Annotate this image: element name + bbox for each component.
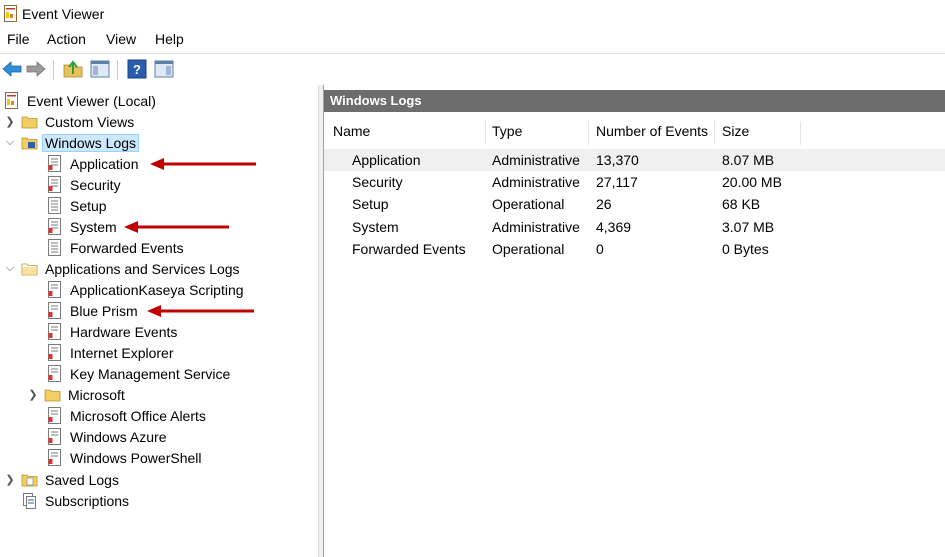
tree-item-windows-powershell[interactable]: Windows PowerShell [46,447,204,468]
log-icon [48,281,61,298]
column-header-type[interactable]: Type [492,123,522,147]
log-icon [48,323,61,340]
chevron-right-icon[interactable]: ❯ [3,115,17,128]
log-icon [48,239,61,256]
window-title: Event Viewer [22,6,105,22]
tree-item-saved-logs[interactable]: ❯ Saved Logs [3,469,121,490]
console-tree: Event Viewer (Local) ❯ Custom Views ⌵ Wi… [0,85,318,557]
log-icon [48,197,61,214]
windows-logs-folder-icon [21,137,38,150]
tree-item-blue-prism[interactable]: Blue Prism [46,300,140,321]
svg-text:?: ? [133,62,141,77]
help-icon[interactable]: ? [126,58,148,80]
chevron-down-icon[interactable]: ⌵ [3,136,17,149]
log-icon [48,428,61,445]
chevron-right-icon[interactable]: ❯ [26,388,40,401]
table-row[interactable]: Application Administrative 13,370 8.07 M… [324,149,945,171]
annotation-arrow-system [124,221,229,233]
tree-item-key-management-service[interactable]: Key Management Service [46,363,232,384]
tree-item-application[interactable]: Application [46,153,141,174]
log-icon [48,155,61,172]
tree-item-system[interactable]: System [46,216,119,237]
tree-item-microsoft[interactable]: ❯ Microsoft [26,384,127,405]
tree-item-forwarded-events[interactable]: Forwarded Events [46,237,186,258]
show-hide-action-pane-icon[interactable] [153,58,175,80]
pane-header: Windows Logs [324,90,945,112]
table-row[interactable]: System Administrative 4,369 3.07 MB [324,216,945,238]
chevron-down-icon[interactable]: ⌵ [3,262,17,275]
pane-header-title: Windows Logs [330,93,422,108]
folder-icon [44,389,61,402]
table-row[interactable]: Forwarded Events Operational 0 0 Bytes [324,238,945,260]
tree-item-security[interactable]: Security [46,174,123,195]
log-icon [48,407,61,424]
tree-item-applications-and-services-logs[interactable]: ⌵ Applications and Services Logs [3,258,242,279]
event-viewer-icon [5,92,18,109]
tree-item-windows-azure[interactable]: Windows Azure [46,426,168,447]
folder-icon [21,263,38,276]
show-hide-console-tree-icon[interactable] [89,58,111,80]
menu-help[interactable]: Help [154,31,185,47]
log-icon [48,218,61,235]
tree-item-hardware-events[interactable]: Hardware Events [46,321,179,342]
folder-icon [21,116,38,129]
tree-item-subscriptions[interactable]: Subscriptions [21,490,131,511]
tree-item-custom-views[interactable]: ❯ Custom Views [3,111,136,132]
menu-file[interactable]: File [6,31,31,47]
log-icon [48,302,61,319]
toolbar: ? [0,53,945,86]
forward-arrow-icon[interactable] [25,58,47,80]
column-header-name[interactable]: Name [333,123,370,147]
column-header-size[interactable]: Size [722,123,749,147]
menu-bar: File Action View Help [0,28,945,52]
title-bar: Event Viewer [0,0,945,28]
tree-item-microsoft-office-alerts[interactable]: Microsoft Office Alerts [46,405,208,426]
saved-logs-folder-icon [21,474,38,487]
tree-item-internet-explorer[interactable]: Internet Explorer [46,342,176,363]
tree-item-setup[interactable]: Setup [46,195,109,216]
subscriptions-icon [23,493,36,509]
tree-item-windows-logs[interactable]: ⌵ Windows Logs [3,132,140,153]
annotation-arrow-blue-prism [147,305,254,317]
menu-action[interactable]: Action [46,31,87,47]
event-viewer-app-icon [4,5,17,22]
tree-item-applicationkaseya-scripting[interactable]: ApplicationKaseya Scripting [46,279,246,300]
up-folder-icon[interactable] [62,58,84,80]
chevron-right-icon[interactable]: ❯ [3,473,17,486]
annotation-arrow-application [150,158,256,170]
log-icon [48,449,61,466]
table-row[interactable]: Security Administrative 27,117 20.00 MB [324,171,945,193]
column-header-number-of-events[interactable]: Number of Events [596,123,708,147]
results-pane: Windows Logs Name Type Number of Events … [324,85,945,557]
log-icon [48,365,61,382]
menu-view[interactable]: View [105,31,137,47]
back-arrow-icon[interactable] [1,58,23,80]
tree-item-event-viewer-local[interactable]: Event Viewer (Local) [3,90,158,111]
table-row[interactable]: Setup Operational 26 68 KB [324,193,945,215]
log-icon [48,176,61,193]
log-icon [48,344,61,361]
